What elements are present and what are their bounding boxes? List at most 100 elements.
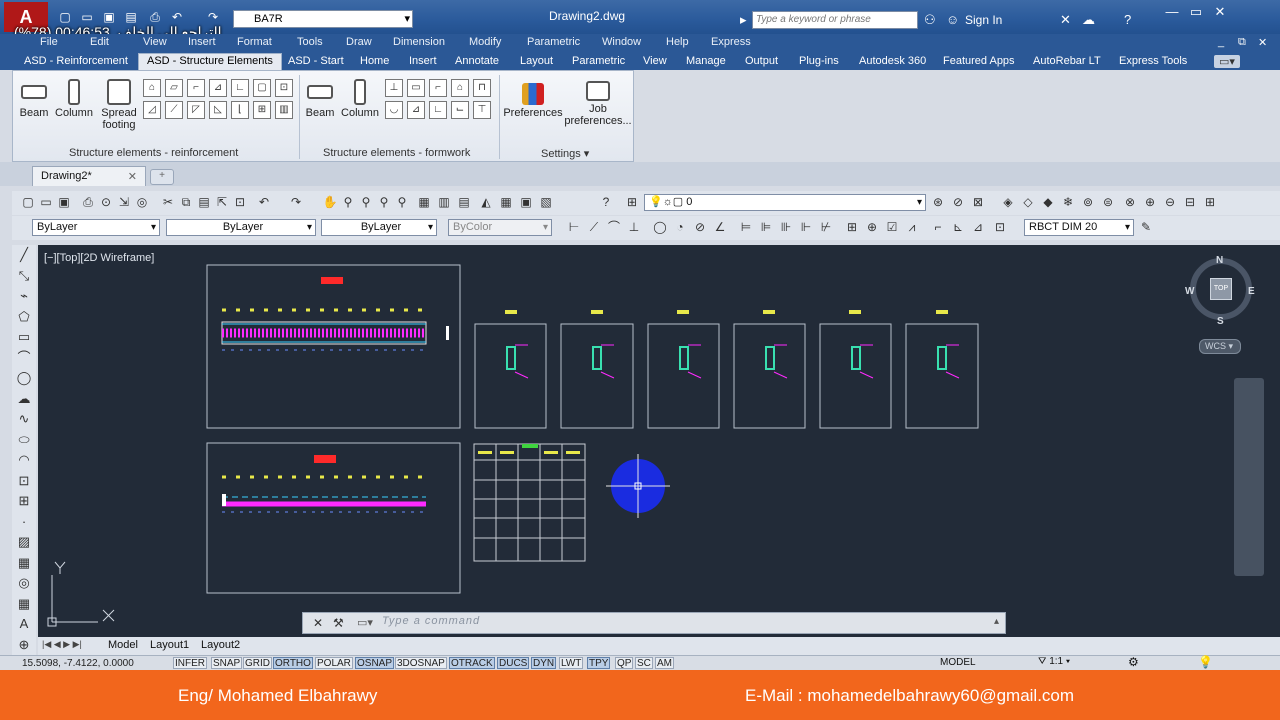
calculator-icon[interactable]: ▣: [518, 194, 534, 210]
design-center-icon[interactable]: ▥: [436, 194, 452, 210]
fw-wall-icon[interactable]: ⌐: [429, 79, 447, 97]
point-icon[interactable]: ·: [12, 512, 36, 533]
lineweight-select[interactable]: ByLayer: [321, 219, 437, 236]
markup-icon[interactable]: ▦: [498, 194, 514, 210]
copy-icon[interactable]: ⧉: [178, 194, 194, 210]
polygon-icon[interactable]: ⬠: [12, 307, 36, 328]
insert-block-icon[interactable]: ⊡: [12, 471, 36, 492]
isolate-icon[interactable]: 💡: [1198, 655, 1213, 669]
tab-asd-reinforcement[interactable]: ASD - Reinforcement: [24, 55, 128, 67]
tab-manage[interactable]: Manage: [686, 55, 726, 67]
fw-beam-icon[interactable]: ⊤: [473, 101, 491, 119]
new-file-icon[interactable]: ▢: [58, 10, 72, 24]
menu-file[interactable]: File: [40, 36, 58, 48]
job-preferences-button[interactable]: Job preferences...: [563, 81, 633, 127]
status-tpy[interactable]: TPY: [587, 657, 611, 669]
line-icon[interactable]: ╱: [12, 245, 36, 266]
table-icon[interactable]: ▦: [12, 594, 36, 615]
layer-lock-icon[interactable]: ⊚: [1080, 194, 1096, 210]
save-icon[interactable]: ▣: [102, 10, 116, 24]
dim-edit-icon[interactable]: ⌐: [930, 219, 946, 235]
redo-icon[interactable]: ↷: [288, 194, 304, 210]
fw-slab-icon[interactable]: ▭: [407, 79, 425, 97]
minimize-icon[interactable]: —: [1160, 4, 1184, 19]
menu-modify[interactable]: Modify: [469, 36, 501, 48]
menu-view[interactable]: View: [143, 36, 167, 48]
tab-model[interactable]: Model: [108, 639, 138, 651]
ribbon-toggle-icon[interactable]: ▭▾: [1214, 55, 1240, 68]
tab-view[interactable]: View: [643, 55, 667, 67]
status-qp[interactable]: QP: [615, 657, 634, 669]
beam-reinf-button[interactable]: Beam: [17, 79, 51, 119]
ordinate-icon[interactable]: ⊥: [626, 219, 642, 235]
tool-palettes-icon[interactable]: ▤: [456, 194, 472, 210]
l-wall-icon[interactable]: ∟: [231, 79, 249, 97]
sheet-set-icon[interactable]: ◭: [478, 194, 494, 210]
angular-icon[interactable]: ∠: [712, 219, 728, 235]
menu-dimension[interactable]: Dimension: [393, 36, 445, 48]
color-select[interactable]: ByLayer: [32, 219, 160, 236]
linetype-select[interactable]: ByLayer: [166, 219, 316, 236]
arc-icon[interactable]: ⌒: [12, 348, 36, 369]
jogged-linear-icon[interactable]: ⩘: [904, 219, 920, 235]
preview-icon[interactable]: ⊙: [98, 194, 114, 210]
spline-icon[interactable]: ∿: [12, 409, 36, 430]
menu-draw[interactable]: Draw: [346, 36, 372, 48]
radius-icon[interactable]: ◯: [652, 219, 668, 235]
layer-state-manager-icon[interactable]: ⊠: [970, 194, 986, 210]
tab-autodesk-360[interactable]: Autodesk 360: [859, 55, 926, 67]
fw-lwall-icon[interactable]: ∟: [429, 101, 447, 119]
new-tab-icon[interactable]: +: [150, 169, 174, 185]
customize-icon[interactable]: ⚒: [333, 616, 344, 630]
tab-close-icon[interactable]: ✕: [128, 170, 137, 183]
mtext-icon[interactable]: A: [12, 614, 36, 635]
tab-insert[interactable]: Insert: [409, 55, 437, 67]
undo-icon[interactable]: ↶: [256, 194, 272, 210]
3dprint-icon[interactable]: ◎: [134, 194, 150, 210]
menu-help[interactable]: Help: [666, 36, 689, 48]
fw-footing-icon[interactable]: ⊥: [385, 79, 403, 97]
navigation-bar[interactable]: [1234, 378, 1264, 576]
grid-opening-icon[interactable]: ⊞: [253, 101, 271, 119]
layer-uniso-icon[interactable]: ◇: [1020, 194, 1036, 210]
help-icon[interactable]: ?: [1124, 12, 1131, 27]
zoom-window-icon[interactable]: ⚲: [358, 194, 374, 210]
menu-edit[interactable]: Edit: [90, 36, 109, 48]
menu-window[interactable]: Window: [602, 36, 641, 48]
tab-layout2[interactable]: Layout2: [201, 639, 240, 651]
layer-delete-icon[interactable]: ⊖: [1162, 194, 1178, 210]
status-polar[interactable]: POLAR: [315, 657, 353, 669]
column-formwork-button[interactable]: Column: [339, 79, 381, 119]
status-infer[interactable]: INFER: [173, 657, 207, 669]
qnew-icon[interactable]: ▢: [20, 194, 36, 210]
dimstyle-select[interactable]: RBCT DIM 20: [1024, 219, 1134, 236]
fw-ramp-icon[interactable]: ◡: [385, 101, 403, 119]
region-icon[interactable]: ◎: [12, 573, 36, 594]
tab-output[interactable]: Output: [745, 55, 778, 67]
close-icon[interactable]: ✕: [1208, 4, 1232, 20]
wall-icon[interactable]: ⌐: [187, 79, 205, 97]
doc-close-icon[interactable]: ✕: [1258, 36, 1267, 49]
block-editor-icon[interactable]: ⊡: [232, 194, 248, 210]
tab-home[interactable]: Home: [360, 55, 389, 67]
plot-icon[interactable]: ⎙: [80, 194, 96, 210]
history-toggle-icon[interactable]: ▴: [994, 616, 999, 627]
linear-dim-icon[interactable]: ⊢: [566, 219, 582, 235]
sign-in-button[interactable]: Sign In: [965, 13, 1002, 27]
menu-tools[interactable]: Tools: [297, 36, 323, 48]
properties-icon[interactable]: ▦: [416, 194, 432, 210]
dim-style-manager-icon[interactable]: ✎: [1138, 219, 1154, 235]
fw-step-icon[interactable]: ⌙: [451, 101, 469, 119]
status-ortho[interactable]: ORTHO: [273, 657, 313, 669]
wcs-menu[interactable]: WCS ▾: [1199, 339, 1241, 354]
save-icon[interactable]: ▣: [56, 194, 72, 210]
stair-icon[interactable]: ⌂: [143, 79, 161, 97]
quickcalc-icon[interactable]: ▧: [538, 194, 554, 210]
layer-iso-icon[interactable]: ◈: [1000, 194, 1016, 210]
document-tab[interactable]: Drawing2* ✕: [32, 166, 146, 186]
angle-wall-icon[interactable]: ⌊: [231, 101, 249, 119]
column-reinf-button[interactable]: Column: [53, 79, 95, 119]
plot-icon[interactable]: ⎙: [148, 10, 162, 24]
cut-icon[interactable]: ✂: [160, 194, 176, 210]
search-input[interactable]: Type a keyword or phrase: [752, 11, 918, 29]
